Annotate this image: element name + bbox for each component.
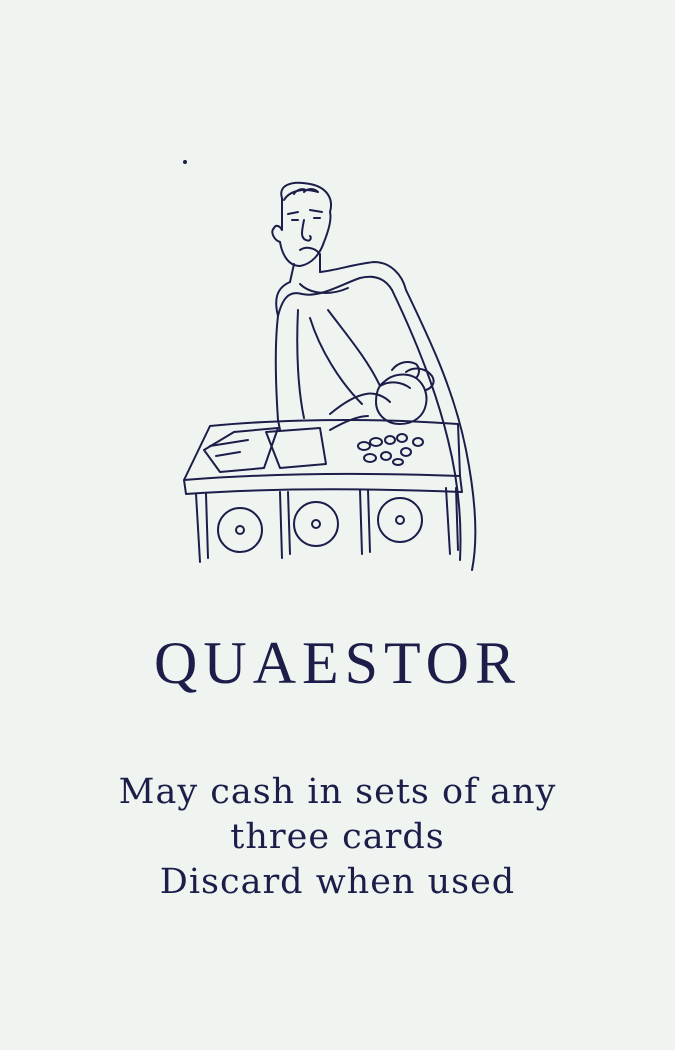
- card-rules-text: May cash in sets of any three cards Disc…: [60, 770, 615, 905]
- quaestor-illustration: [170, 150, 500, 580]
- quaestor-counting-coins-icon: [183, 160, 477, 571]
- rules-line-3: Discard when used: [159, 862, 516, 902]
- card-title: QUAESTOR: [154, 630, 521, 696]
- rules-line-2: three cards: [230, 817, 445, 857]
- rules-line-1: May cash in sets of any: [118, 772, 557, 812]
- card: QUAESTOR May cash in sets of any three c…: [0, 0, 675, 1050]
